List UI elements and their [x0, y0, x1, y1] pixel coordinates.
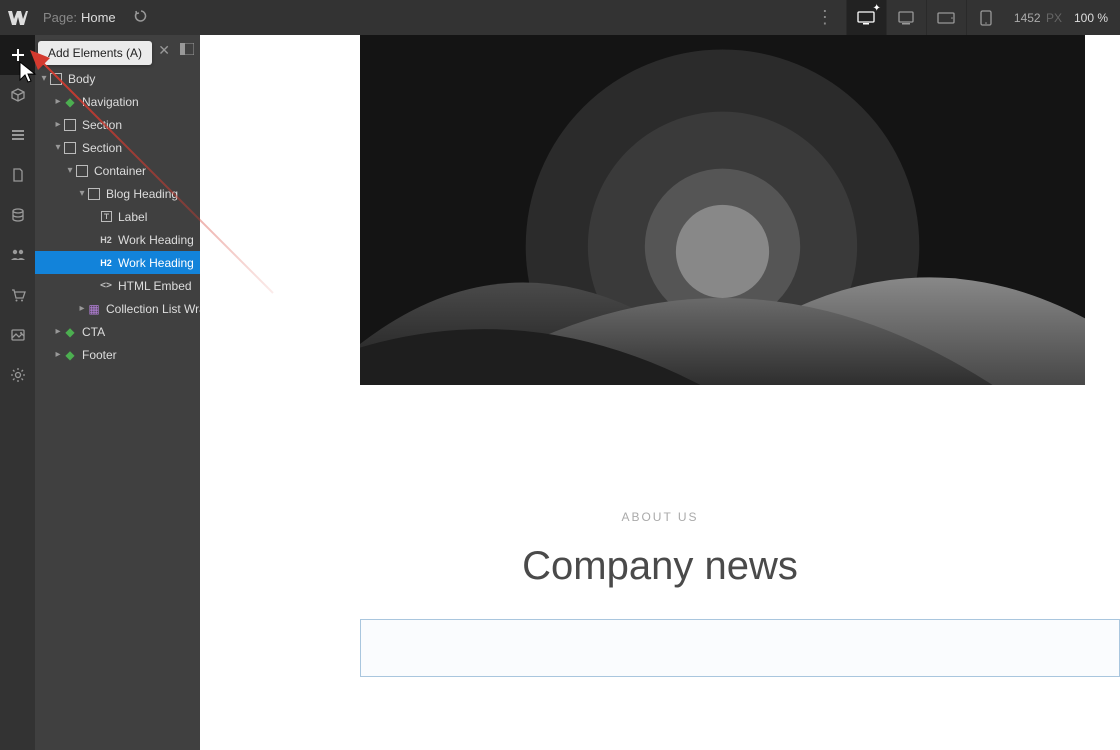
device-laptop-button[interactable]	[886, 0, 926, 35]
about-label: ABOUT US	[200, 510, 1120, 524]
company-headline[interactable]: Company news	[200, 544, 1120, 589]
tree-blog-heading[interactable]: Blog Heading	[35, 182, 200, 205]
tree-work-heading-1-label: Work Heading	[118, 233, 194, 247]
pages-button[interactable]	[0, 155, 35, 195]
cms-button[interactable]	[0, 195, 35, 235]
tree-html-embed-label: HTML Embed	[118, 279, 192, 293]
collection-icon: ▦	[87, 302, 101, 316]
ecommerce-button[interactable]	[0, 275, 35, 315]
body-icon	[49, 72, 63, 86]
webflow-logo[interactable]	[0, 0, 35, 35]
canvas-width[interactable]: 1452 PX	[1006, 11, 1070, 25]
users-button[interactable]	[0, 235, 35, 275]
panel-layout-icon[interactable]	[180, 43, 194, 58]
html-embed-placeholder[interactable]	[360, 619, 1120, 677]
tree-section-2[interactable]: Section	[35, 136, 200, 159]
device-desktop-button[interactable]: ✦	[846, 0, 886, 35]
tree-cta[interactable]: ◆ CTA	[35, 320, 200, 343]
tree-label[interactable]: Label	[35, 205, 200, 228]
settings-button[interactable]	[0, 355, 35, 395]
left-rail	[0, 35, 35, 750]
navigator-button[interactable]	[0, 115, 35, 155]
tree-work-heading-2-label: Work Heading	[118, 256, 194, 270]
page-name[interactable]: Home	[81, 10, 116, 25]
reload-icon[interactable]	[134, 9, 148, 26]
device-mobile-button[interactable]	[966, 0, 1006, 35]
page-label: Page:	[43, 10, 77, 25]
tree-collection-wrapper[interactable]: ▦ Collection List Wrapp	[35, 297, 200, 320]
tree-work-heading-1[interactable]: H2 Work Heading	[35, 228, 200, 251]
tree-footer-label: Footer	[82, 348, 117, 362]
text-icon	[99, 210, 113, 224]
top-bar: Page: Home ⋮ ✦ 1452 PX 100 %	[0, 0, 1120, 35]
tree-section-1-label: Section	[82, 118, 122, 132]
hero-image	[360, 35, 1085, 385]
h2-icon: H2	[99, 256, 113, 270]
symbol-icon: ◆	[63, 95, 77, 109]
symbol-icon: ◆	[63, 325, 77, 339]
canvas-width-unit: PX	[1046, 11, 1062, 25]
navigator-panel: ✕ Body ◆ Navigation Section Section Conta…	[35, 35, 200, 750]
add-elements-button[interactable]	[0, 35, 35, 75]
canvas-width-value: 1452	[1014, 11, 1041, 25]
symbols-button[interactable]	[0, 75, 35, 115]
assets-button[interactable]	[0, 315, 35, 355]
embed-icon: <>	[99, 279, 113, 293]
tree-collection-wrapper-label: Collection List Wrapp	[106, 302, 200, 316]
close-panel-icon[interactable]: ✕	[158, 42, 170, 59]
tree-label-text: Label	[118, 210, 147, 224]
h2-icon: H2	[99, 233, 113, 247]
tree-container-label: Container	[94, 164, 146, 178]
more-menu-icon[interactable]: ⋮	[804, 7, 846, 28]
tree-section-2-label: Section	[82, 141, 122, 155]
symbol-icon: ◆	[63, 348, 77, 362]
container-icon	[75, 164, 89, 178]
element-tree: Body ◆ Navigation Section Section Contain…	[35, 67, 200, 366]
canvas[interactable]: ABOUT US Company news	[200, 35, 1120, 750]
section-icon	[63, 141, 77, 155]
tree-html-embed[interactable]: <> HTML Embed	[35, 274, 200, 297]
tree-body[interactable]: Body	[35, 67, 200, 90]
tree-navigation-label: Navigation	[82, 95, 139, 109]
tree-container[interactable]: Container	[35, 159, 200, 182]
tree-cta-label: CTA	[82, 325, 105, 339]
add-elements-tooltip: Add Elements (A)	[38, 41, 152, 65]
tree-body-label: Body	[68, 72, 95, 86]
tree-blog-heading-label: Blog Heading	[106, 187, 178, 201]
tree-work-heading-2[interactable]: H2 Work Heading	[35, 251, 200, 274]
device-tablet-button[interactable]	[926, 0, 966, 35]
tree-section-1[interactable]: Section	[35, 113, 200, 136]
zoom-level[interactable]: 100 %	[1070, 11, 1120, 25]
tree-navigation[interactable]: ◆ Navigation	[35, 90, 200, 113]
divblock-icon	[87, 187, 101, 201]
section-icon	[63, 118, 77, 132]
topbar-right: ⋮ ✦ 1452 PX 100 %	[804, 0, 1120, 35]
tree-footer[interactable]: ◆ Footer	[35, 343, 200, 366]
